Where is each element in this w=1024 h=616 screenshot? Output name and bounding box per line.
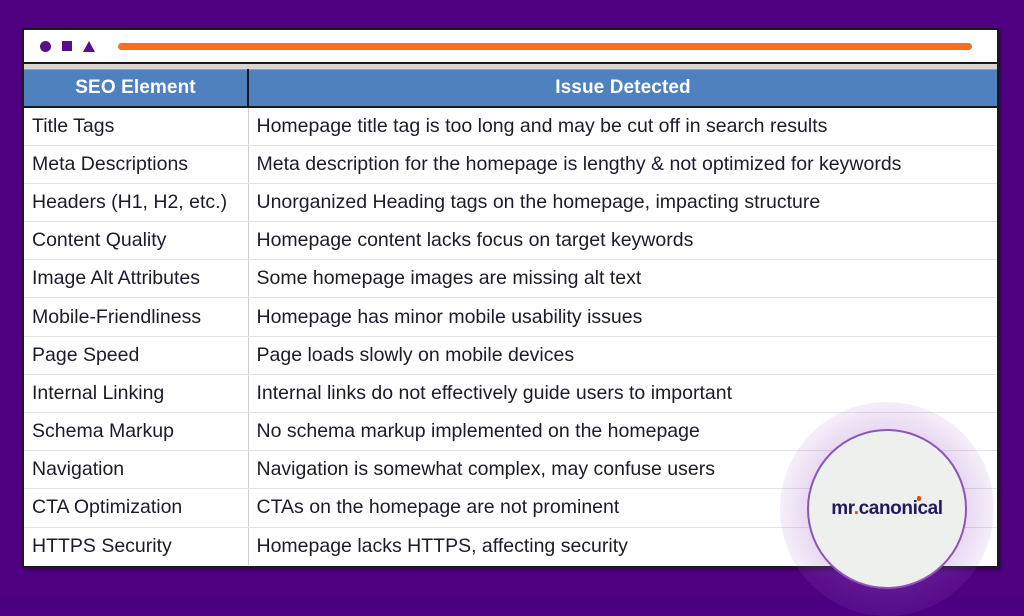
cell-seo-element: Schema Markup xyxy=(24,412,249,452)
cell-issue-detected: Page loads slowly on mobile devices xyxy=(248,336,997,375)
table-body: Title Tags Homepage title tag is too long… xyxy=(24,107,997,566)
circle-shape-icon xyxy=(40,40,51,52)
cell-issue-detected: Homepage content lacks focus on target k… xyxy=(248,221,997,261)
cell-seo-element: Image Alt Attributes xyxy=(24,259,249,299)
cell-issue-detected: Meta description for the homepage is len… xyxy=(248,145,997,184)
cell-seo-element: Internal Linking xyxy=(24,374,249,414)
cell-seo-element: Navigation xyxy=(24,450,249,490)
table-row: Content Quality Homepage content lacks fo… xyxy=(24,221,997,261)
cell-issue-detected: No schema markup implemented on the home… xyxy=(248,412,997,452)
table-row: Internal Linking Internal links do not ef… xyxy=(24,374,997,414)
cell-seo-element: CTA Optimization xyxy=(24,488,249,528)
slide-canvas: SEO Element Issue Detected Title Tags Hom… xyxy=(0,0,1024,616)
table-row: Navigation Navigation is somewhat complex… xyxy=(24,450,997,490)
cell-issue-detected: Internal links do not effectively guide … xyxy=(248,374,997,414)
table-row: Title Tags Homepage title tag is too long… xyxy=(24,107,997,146)
cell-seo-element: Title Tags xyxy=(24,107,249,146)
cell-issue-detected: Navigation is somewhat complex, may conf… xyxy=(248,450,997,490)
cell-seo-element: Headers (H1, H2, etc.) xyxy=(24,183,249,223)
orange-accent-line xyxy=(118,42,972,50)
table-row: Schema Markup No schema markup implemente… xyxy=(24,412,997,452)
cell-seo-element: Mobile-Friendliness xyxy=(24,297,249,337)
cell-seo-element: Meta Descriptions xyxy=(24,145,249,184)
content-card: SEO Element Issue Detected Title Tags Hom… xyxy=(22,28,999,616)
cell-issue-detected: Homepage lacks HTTPS, affecting security xyxy=(256,534,628,557)
table-row: Mobile-Friendliness Homepage has minor mo… xyxy=(24,297,997,337)
cell-issue-detected: Homepage title tag is too long and may b… xyxy=(248,107,997,146)
table-row: Headers (H1, H2, etc.) Unorganized Headin… xyxy=(24,183,997,223)
column-header-issue-detected: Issue Detected xyxy=(247,69,997,108)
cell-issue-detected: CTAs on the homepage are not prominent xyxy=(248,488,997,528)
cell-seo-element: Content Quality xyxy=(24,221,249,261)
seo-audit-table: SEO Element Issue Detected Title Tags Hom… xyxy=(24,64,997,566)
square-shape-icon xyxy=(62,41,72,51)
table-container: SEO Element Issue Detected Title Tags Hom… xyxy=(24,64,997,616)
triangle-shape-icon xyxy=(83,40,95,52)
cell-issue-detected: Homepage has minor mobile usability issu… xyxy=(248,297,997,337)
cell-issue-detected: Unorganized Heading tags on the homepage… xyxy=(248,183,997,223)
cell-seo-element: Page Speed xyxy=(24,336,249,375)
column-header-seo-element: SEO Element xyxy=(24,69,248,108)
cell-seo-element: HTTPS Security xyxy=(24,527,249,566)
decorative-header-strip xyxy=(24,30,997,64)
table-row: Meta Descriptions Meta description for th… xyxy=(24,145,997,184)
table-row: HTTPS Security Homepage lacks HTTPS, affe… xyxy=(24,527,997,566)
table-head: SEO Element Issue Detected xyxy=(24,64,997,108)
table-header-row: SEO Element Issue Detected xyxy=(24,69,997,108)
table-row: CTA Optimization CTAs on the homepage are… xyxy=(24,488,997,528)
table-row: Page Speed Page loads slowly on mobile de… xyxy=(24,336,997,375)
cell-issue-detected: Some homepage images are missing alt tex… xyxy=(248,259,997,299)
table-row: Image Alt Attributes Some homepage images… xyxy=(24,259,997,299)
shape-group xyxy=(40,40,95,52)
